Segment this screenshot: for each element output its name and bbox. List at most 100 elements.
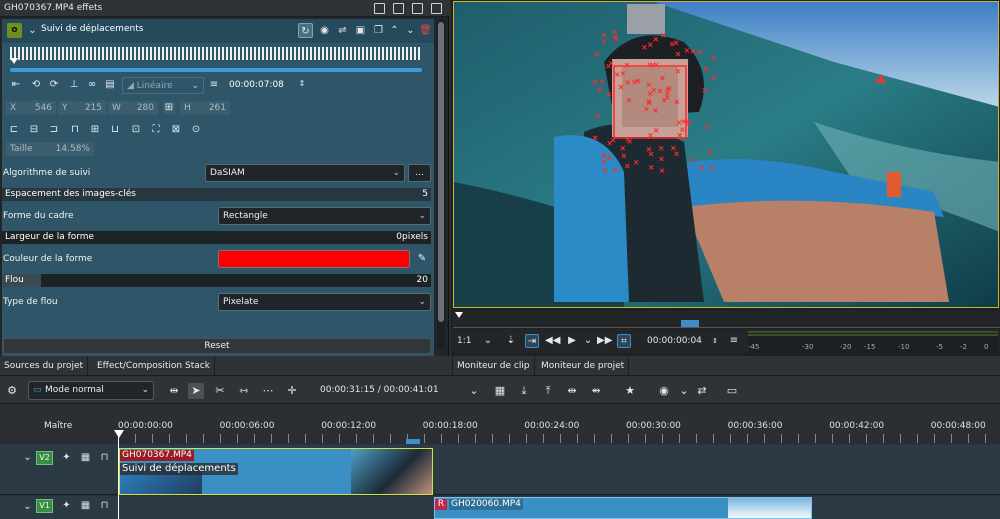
- align-bottom-icon[interactable]: ⊔: [109, 124, 121, 136]
- effect-wand-icon[interactable]: ✦: [61, 452, 72, 464]
- play-options-icon[interactable]: ⌄: [581, 334, 595, 348]
- effects-scrollbar-thumb[interactable]: [438, 22, 444, 322]
- play-icon[interactable]: ▶: [565, 334, 579, 348]
- lock-icon[interactable]: ⊓: [99, 452, 110, 464]
- add-keyframe-icon[interactable]: ⟲: [30, 79, 42, 91]
- tab-effect-stack[interactable]: Effect/Composition Stack: [93, 356, 215, 376]
- collapse-track-icon[interactable]: ⌄: [22, 452, 33, 464]
- rewind-icon[interactable]: ◀◀: [545, 334, 560, 348]
- keyframe-position-bar[interactable]: [10, 68, 422, 72]
- record-icon[interactable]: ◉: [656, 383, 672, 399]
- shape-color-swatch[interactable]: [218, 250, 410, 268]
- subtitle-icon[interactable]: ▭: [724, 383, 740, 399]
- timeline-ruler[interactable]: 00:00:00:00 00:00:06:00 00:00:12:00 00:00:1…: [118, 405, 1000, 444]
- monitor-timecode[interactable]: 00:00:00:04: [647, 336, 702, 346]
- insert-icon[interactable]: ⤓: [516, 383, 532, 399]
- blur-slider[interactable]: Flou 20: [2, 274, 431, 287]
- effect-wand-icon[interactable]: ✦: [61, 500, 72, 512]
- film-icon[interactable]: ▦: [80, 452, 91, 464]
- interpolation-select[interactable]: ◢ Linéaire ⌄: [122, 77, 204, 94]
- compare-icon[interactable]: [374, 3, 385, 14]
- previous-keyframe-icon[interactable]: ⇤: [10, 79, 22, 91]
- original-size-icon[interactable]: ⊡: [130, 124, 142, 136]
- collapse-track-icon[interactable]: ⌄: [22, 501, 33, 513]
- multicam-icon[interactable]: ▦: [492, 383, 508, 399]
- h-field[interactable]: H 261: [180, 101, 230, 115]
- move-down-icon[interactable]: ⌄: [403, 23, 418, 38]
- reset-button[interactable]: Reset: [3, 338, 431, 354]
- x-field[interactable]: X 546: [6, 101, 56, 115]
- tab-project-bin[interactable]: Sources du projet: [0, 356, 89, 376]
- keyframe-time[interactable]: 00:00:07:08: [229, 80, 284, 90]
- compare-split-icon[interactable]: ⇌: [335, 23, 350, 38]
- fit-icon[interactable]: ⛶: [150, 124, 162, 136]
- track-settings-icon[interactable]: ⚙: [4, 383, 20, 399]
- algorithm-more-button[interactable]: ...: [408, 164, 431, 182]
- w-field[interactable]: W 280: [108, 101, 158, 115]
- tab-clip-monitor[interactable]: Moniteur de clip: [452, 356, 535, 376]
- clip-gh070367[interactable]: GH070367.MP4 Suivi de déplacements: [119, 448, 433, 495]
- effect-enabled-badge[interactable]: o: [7, 23, 22, 38]
- move-up-icon[interactable]: ⌃: [387, 23, 402, 38]
- crop-icon[interactable]: ⌗: [617, 334, 631, 348]
- clipboard-icon[interactable]: ▤: [104, 79, 116, 91]
- color-picker-icon[interactable]: ✎: [416, 253, 428, 265]
- razor-tool-icon[interactable]: ✂: [212, 383, 228, 399]
- timeline-position[interactable]: 00:00:31:15 / 00:00:41:01: [320, 385, 439, 395]
- collapse-icon[interactable]: [412, 3, 423, 14]
- menu-lines-icon[interactable]: ≡: [208, 79, 220, 91]
- ripple-icon[interactable]: ⋯: [260, 383, 276, 399]
- align-right-icon[interactable]: ⊐: [48, 124, 60, 136]
- chevron-down-icon[interactable]: ⌄: [25, 23, 40, 38]
- monitor-menu-icon[interactable]: ≡: [727, 334, 741, 348]
- algorithm-select[interactable]: DaSIAM ⌄: [205, 164, 405, 182]
- monitor-playhead[interactable]: [455, 312, 463, 318]
- align-hcenter-icon[interactable]: ⊟: [28, 124, 40, 136]
- extract-icon[interactable]: ⇴: [588, 383, 604, 399]
- align-top-icon[interactable]: ⊓: [69, 124, 81, 136]
- select-tool-icon[interactable]: ➤: [188, 383, 204, 399]
- video-preview[interactable]: [453, 1, 999, 308]
- spacer-tool-icon[interactable]: ⇿: [236, 383, 252, 399]
- duplicate-icon[interactable]: ❐: [371, 23, 386, 38]
- set-in-icon[interactable]: ⇣: [504, 334, 518, 348]
- forward-icon[interactable]: ▶▶: [597, 334, 612, 348]
- next-keyframe-icon[interactable]: ⟳: [48, 79, 60, 91]
- snap-icon[interactable]: ⇹: [166, 383, 182, 399]
- menu-icon[interactable]: [431, 3, 442, 14]
- set-out-icon[interactable]: ⇥: [525, 334, 539, 348]
- shape-width-slider[interactable]: Largeur de la forme 0pixels: [2, 231, 431, 244]
- master-label[interactable]: Maître: [44, 421, 72, 431]
- align-left-icon[interactable]: ⊏: [8, 124, 20, 136]
- mixer-icon[interactable]: ⇄: [694, 383, 710, 399]
- keyframe-spacing-slider[interactable]: Espacement des images-clés 5: [2, 188, 431, 201]
- favorite-icon[interactable]: ★: [622, 383, 638, 399]
- edit-mode-select[interactable]: ▭ Mode normal ⌄: [28, 381, 154, 400]
- blur-type-select[interactable]: Pixelate ⌄: [218, 293, 431, 311]
- track-label-v1[interactable]: V1: [36, 499, 53, 513]
- save-icon[interactable]: ▣: [353, 23, 368, 38]
- keyframe-marker[interactable]: [10, 58, 18, 64]
- frame-shape-select[interactable]: Rectangle ⌄: [218, 207, 431, 225]
- time-spinner-icon[interactable]: ⇕: [296, 78, 308, 90]
- fill-icon[interactable]: ⊠: [170, 124, 182, 136]
- delete-icon[interactable]: 🗑: [418, 23, 433, 38]
- lock-icon[interactable]: ⊓: [99, 500, 110, 512]
- monitor-ruler[interactable]: [453, 311, 1000, 328]
- link-icon[interactable]: ∞: [86, 79, 98, 91]
- tab-project-monitor[interactable]: Moniteur de projet: [537, 356, 630, 376]
- film-icon[interactable]: ▦: [80, 500, 91, 512]
- clip-gh020060[interactable]: R GH020060.MP4: [434, 497, 812, 519]
- slip-icon[interactable]: ✛: [284, 383, 300, 399]
- align-icon[interactable]: ⊥: [68, 79, 80, 91]
- position-chevron-icon[interactable]: ⌄: [466, 383, 482, 399]
- center-icon[interactable]: ⊙: [190, 124, 202, 136]
- zoom-chevron-icon[interactable]: ⌄: [481, 334, 495, 348]
- timeline-playhead[interactable]: [118, 432, 119, 519]
- timecode-spinner-icon[interactable]: ⇕: [708, 334, 722, 348]
- record-chevron-icon[interactable]: ⌄: [676, 383, 692, 399]
- split-view-icon[interactable]: [393, 3, 404, 14]
- eye-icon[interactable]: ◉: [317, 23, 332, 38]
- track-label-v2[interactable]: V2: [36, 451, 53, 465]
- playhead-handle[interactable]: [114, 430, 124, 438]
